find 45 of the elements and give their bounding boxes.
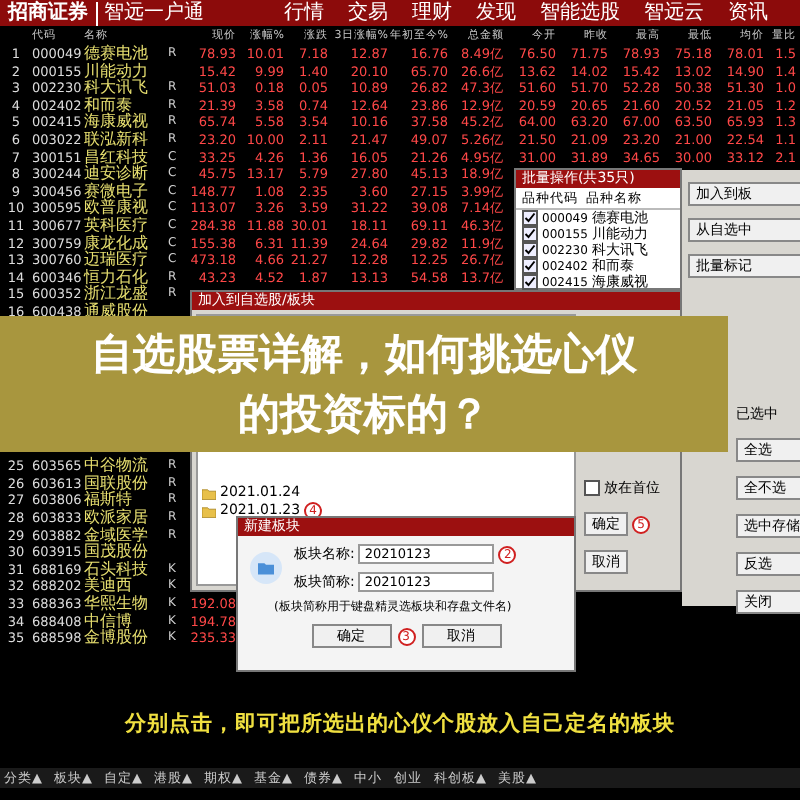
checkbox[interactable]: [584, 480, 600, 496]
stock-name: 欧派家居: [84, 510, 150, 527]
checkbox[interactable]: [522, 274, 538, 290]
checkbox[interactable]: [522, 210, 538, 226]
headline: 的投资标的？: [238, 388, 490, 440]
stock-name: 石头科技: [84, 561, 150, 578]
stock-name: 国联股份: [84, 475, 150, 492]
headline: 自选股票详解，如何挑选心仪: [91, 328, 637, 380]
menu-item[interactable]: 发现: [476, 1, 516, 25]
stock-name: 和而泰: [84, 97, 132, 114]
stock-name: 金博股份: [84, 630, 150, 648]
stock-name: 恒力石化: [84, 269, 150, 286]
checkbox[interactable]: [522, 226, 538, 242]
stock-name: 德赛电池: [84, 46, 150, 63]
menu-item[interactable]: 智远云: [644, 1, 704, 25]
stock-name: 中信博: [84, 613, 132, 630]
stock-name: 联泓新科: [84, 131, 150, 149]
menu-item[interactable]: 理财: [412, 1, 452, 25]
stock-name: 康龙化成: [84, 235, 150, 252]
stock-name: 川能动力: [84, 63, 150, 80]
stock-name: 华熙生物: [84, 596, 150, 613]
menu-item[interactable]: 行情: [284, 1, 324, 25]
folder-icon: [250, 552, 282, 584]
menu-item[interactable]: 交易: [348, 1, 388, 25]
stock-name: 昌红科技: [84, 149, 150, 166]
checkbox[interactable]: [522, 258, 538, 274]
stock-name: 赛微电子: [84, 183, 150, 200]
stock-name: 海康威视: [84, 114, 150, 131]
stock-name: 金域医学: [84, 527, 150, 544]
product-title: 智远一户通: [96, 1, 204, 25]
stock-name: 福斯特: [84, 492, 132, 509]
stock-name: 迪安诊断: [84, 166, 150, 183]
menu-item[interactable]: 资讯: [728, 1, 768, 25]
app-logo: 招商证券: [8, 1, 88, 25]
stock-name: 英科医疗: [84, 217, 150, 234]
stock-name: 国茂股份: [84, 544, 150, 561]
stock-name: 美迪西: [84, 578, 132, 595]
caption-text: 分别点击，即可把所选出的心仪个股放入自己定名的板块: [122, 710, 677, 738]
stock-name: 欧普康视: [84, 200, 150, 217]
stock-name: 中谷物流: [84, 458, 150, 475]
menu-item[interactable]: 智能选股: [540, 1, 620, 25]
checkbox[interactable]: [522, 242, 538, 258]
stock-name: 迈瑞医疗: [84, 252, 150, 269]
stock-name: 浙江龙盛: [84, 286, 150, 303]
stock-name: 科大讯飞: [84, 80, 150, 97]
